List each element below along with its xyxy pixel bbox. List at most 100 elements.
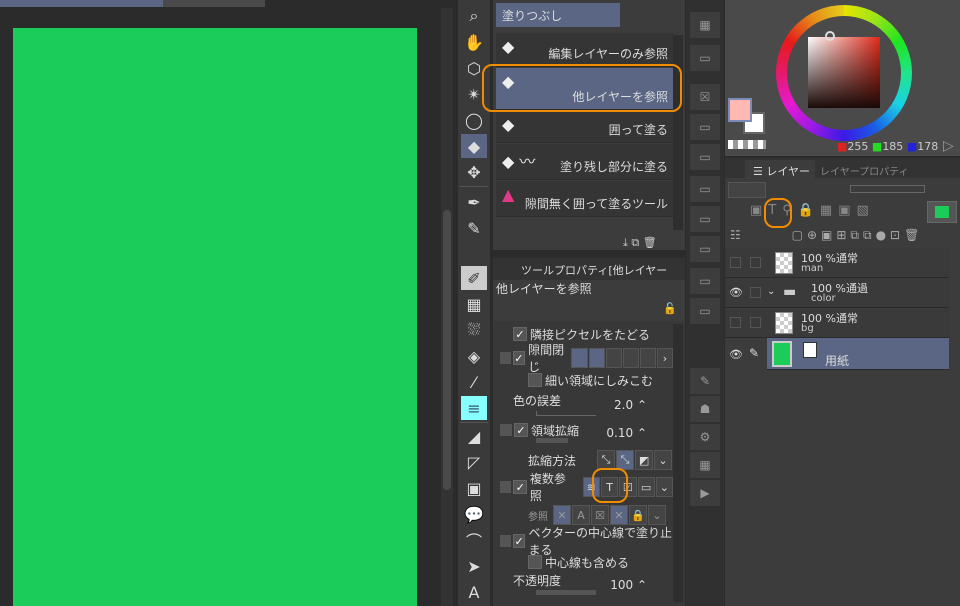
- subtool-item[interactable]: ◆ 〰 塗り残し部分に塗る: [496, 144, 674, 180]
- layer-search-icon[interactable]: ☗: [690, 396, 720, 422]
- material-icon[interactable]: ▭: [690, 176, 720, 202]
- document-tab-2[interactable]: [163, 0, 265, 7]
- canvas[interactable]: [13, 28, 417, 606]
- tab-layer-property[interactable]: レイヤープロパティ: [820, 163, 909, 178]
- collapse-icon[interactable]: [500, 352, 511, 364]
- blend-mode-dropdown[interactable]: [728, 182, 766, 198]
- balloon-icon[interactable]: 💬: [461, 502, 487, 526]
- gradient-icon[interactable]: ▣: [461, 476, 487, 500]
- expand-round-button[interactable]: ⤡: [616, 450, 635, 470]
- main-color-swatch[interactable]: [728, 98, 752, 122]
- color-set-icon[interactable]: ▦: [690, 452, 720, 478]
- material-icon[interactable]: ▦: [690, 12, 720, 38]
- checkbox-checked[interactable]: ✓: [513, 327, 527, 341]
- pen-icon[interactable]: ✒: [461, 190, 487, 214]
- checkbox-unchecked[interactable]: [528, 373, 542, 387]
- eraser-icon[interactable]: ◢: [461, 424, 487, 448]
- layer-setting-icon[interactable]: ⚙: [690, 424, 720, 450]
- saturation-square[interactable]: [808, 37, 880, 108]
- checkbox-checked[interactable]: ✓: [512, 351, 526, 365]
- pencil-icon[interactable]: ✎: [461, 216, 487, 240]
- gap-level-button[interactable]: [605, 348, 622, 368]
- layer-row-paper[interactable]: 用紙: [767, 338, 949, 370]
- layer-row[interactable]: 100 %通常 bg: [725, 308, 949, 338]
- eyedropper-icon[interactable]: ⁄: [461, 370, 487, 394]
- airbrush-icon[interactable]: ⛆: [461, 318, 487, 342]
- correct-line-icon[interactable]: ➤: [461, 554, 487, 578]
- animation-icon[interactable]: ▶: [690, 480, 720, 506]
- edit-toggle[interactable]: [750, 257, 761, 268]
- close-gap-option[interactable]: ✓ 隙間閉じ ›: [493, 343, 674, 374]
- eye-icon[interactable]: 👁: [729, 286, 743, 299]
- tab-layer[interactable]: ☰ レイヤー: [745, 160, 815, 178]
- collapse-icon[interactable]: [500, 424, 512, 436]
- text-tool-icon[interactable]: A: [461, 580, 487, 604]
- material-icon[interactable]: ☒: [690, 84, 720, 110]
- decoration-icon[interactable]: ◈: [461, 344, 487, 368]
- folder-layers-button[interactable]: ▭: [637, 477, 655, 497]
- transparent-swatch[interactable]: [728, 140, 766, 149]
- zoom-tool-icon[interactable]: ⌕: [461, 4, 487, 28]
- exclude-draft-button[interactable]: ✕: [553, 505, 571, 525]
- layer-folder-row[interactable]: 👁 ⌄ ▬ 100 %通過 color: [725, 278, 949, 308]
- unlock-icon[interactable]: 🔓: [663, 302, 677, 315]
- tolerance-value[interactable]: 2.0 ⌃: [614, 398, 647, 412]
- hand-tool-icon[interactable]: ✋: [461, 30, 487, 54]
- visibility-toggle[interactable]: [730, 257, 741, 268]
- expand-value[interactable]: 0.10 ⌃: [606, 426, 647, 440]
- multi-ref-option[interactable]: ✓ 複数参照 ≋ T ☑ ▭ ⌄: [493, 472, 674, 503]
- expand-slider[interactable]: [536, 438, 568, 443]
- gap-level-button[interactable]: [622, 348, 639, 368]
- opacity-slider[interactable]: [536, 590, 596, 595]
- fill-tool-icon[interactable]: ◆: [461, 134, 487, 158]
- material-icon[interactable]: ▭: [690, 298, 720, 324]
- line-icon[interactable]: ⌒: [461, 528, 487, 552]
- chevron-down-icon[interactable]: ⌄: [655, 477, 674, 497]
- expand-rect-button[interactable]: ⤡: [597, 450, 616, 470]
- edit-toggle[interactable]: [750, 317, 761, 328]
- chevron-down-icon[interactable]: ⌄: [654, 450, 673, 470]
- subtool-group-header[interactable]: 塗りつぶし: [496, 3, 620, 27]
- gap-level-button[interactable]: [639, 348, 656, 368]
- material-icon[interactable]: ▭: [690, 236, 720, 262]
- lasso-icon[interactable]: ◯: [461, 108, 487, 132]
- material-icon[interactable]: ▭: [690, 268, 720, 294]
- sub-view-icon[interactable]: ✎: [690, 368, 720, 394]
- checkbox-checked[interactable]: ✓: [514, 423, 528, 437]
- property-scrollbar[interactable]: [673, 324, 683, 602]
- chevron-down-icon[interactable]: ⌄: [767, 286, 775, 297]
- ruler-icon[interactable]: ≡: [461, 396, 487, 420]
- color-picker-cursor[interactable]: [825, 31, 835, 41]
- gap-level-button[interactable]: [588, 348, 605, 368]
- checkbox-checked[interactable]: ✓: [513, 480, 527, 494]
- layer-row[interactable]: 100 %通常 man: [725, 248, 949, 278]
- eye-icon[interactable]: 👁: [729, 348, 743, 361]
- subtool-item[interactable]: ◆ 囲って塗る: [496, 111, 674, 143]
- scroll-thumb[interactable]: [443, 210, 451, 490]
- material-icon[interactable]: ▭: [690, 206, 720, 232]
- chevron-down-icon[interactable]: ⌄: [648, 505, 666, 525]
- exclude-locked-button[interactable]: 🔒: [629, 505, 647, 525]
- exclude-edit-button[interactable]: ☒: [591, 505, 609, 525]
- opacity-value[interactable]: 100 ⌃: [610, 578, 647, 592]
- exclude-paper-button[interactable]: ✕: [610, 505, 628, 525]
- layer-color-button[interactable]: [927, 201, 957, 223]
- collapse-icon[interactable]: [500, 481, 512, 493]
- layer-actions[interactable]: ☷ ▢⊕▣⊞⧉⧉●⊡🗑: [730, 228, 923, 243]
- opacity-field[interactable]: [850, 185, 925, 193]
- visibility-toggle[interactable]: [730, 317, 741, 328]
- checkbox-unchecked[interactable]: [528, 555, 542, 569]
- exclude-text-button[interactable]: A: [572, 505, 590, 525]
- material-icon[interactable]: ▭: [690, 45, 720, 71]
- chevron-right-icon[interactable]: ›: [656, 348, 674, 368]
- follow-adjacent-option[interactable]: ✓ 隣接ピクセルをたどる: [493, 322, 673, 346]
- brush-icon[interactable]: ✐: [461, 266, 487, 290]
- checkbox-checked[interactable]: ✓: [512, 534, 526, 548]
- subtool-item[interactable]: ▲ 隙間無く囲って塗るツール: [496, 181, 674, 217]
- play-icon[interactable]: ▷: [943, 138, 954, 154]
- edit-toggle[interactable]: [750, 287, 761, 298]
- frame-icon[interactable]: ▦: [461, 292, 487, 316]
- expand-darkest-button[interactable]: ◩: [635, 450, 654, 470]
- tolerance-slider[interactable]: [536, 411, 596, 416]
- subtool-actions[interactable]: ⤓ ⧉ 🗑: [623, 236, 657, 250]
